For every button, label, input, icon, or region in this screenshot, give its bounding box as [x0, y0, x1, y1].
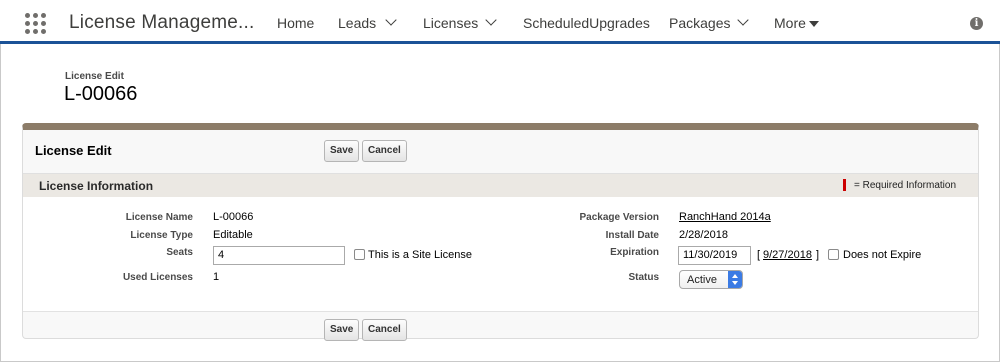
nav-item-home[interactable]: Home [277, 15, 314, 31]
nav-item-licenses[interactable]: Licenses [423, 15, 478, 31]
save-button-bottom[interactable]: Save [324, 319, 360, 341]
used-licenses-value: 1 [213, 271, 220, 283]
nav-item-scheduled-upgrades[interactable]: ScheduledUpgrades [523, 15, 650, 31]
required-info-text: = Required Information [854, 180, 957, 191]
used-licenses-label: Used Licenses [122, 272, 193, 283]
package-version-link[interactable]: RanchHand 2014a [679, 211, 771, 223]
status-select[interactable]: Active [679, 270, 743, 289]
save-button-top[interactable]: Save [324, 140, 360, 162]
page-title: L-00066 [64, 83, 138, 105]
top-nav: License Manageme... Home Leads Licenses … [0, 0, 1000, 44]
cancel-button-top[interactable]: Cancel [362, 140, 407, 162]
status-label: Status [628, 272, 659, 283]
leads-chevron-down-icon[interactable] [385, 14, 397, 26]
install-date-label: Install Date [605, 230, 659, 241]
package-version-label: Package Version [579, 212, 660, 223]
install-date-value: 2/28/2018 [679, 229, 728, 241]
license-name-value: L-00066 [213, 211, 254, 223]
edit-block-title: License Edit [35, 143, 112, 158]
license-type-value: Editable [213, 229, 253, 241]
nav-item-leads[interactable]: Leads [338, 15, 376, 31]
status-select-value: Active [687, 274, 717, 286]
expiration-date-input[interactable]: 11/30/2019 [678, 246, 751, 265]
expiration-today-link[interactable]: 9/27/2018 [763, 249, 812, 261]
expiration-label: Expiration [610, 247, 659, 258]
info-icon[interactable]: i [970, 17, 983, 30]
site-license-checkbox[interactable] [354, 249, 365, 260]
section-title: License Information [39, 179, 154, 193]
app-launcher-icon[interactable] [25, 13, 47, 35]
seats-label: Seats [166, 247, 193, 258]
section-header: License Information = Required Informati… [23, 173, 978, 197]
select-arrows-icon [728, 271, 742, 288]
does-not-expire-label: Does not Expire [843, 249, 922, 261]
license-name-label: License Name [125, 212, 193, 223]
nav-item-more[interactable]: More [774, 15, 806, 31]
license-type-label: License Type [130, 230, 193, 241]
more-caret-down-icon[interactable] [809, 21, 819, 27]
required-indicator-icon [843, 179, 846, 191]
license-edit-block: License Edit Save Cancel License Informa… [22, 123, 979, 341]
app-name: License Manageme... [69, 12, 255, 33]
today-bracket-close: ] [816, 249, 820, 261]
does-not-expire-checkbox[interactable] [828, 249, 839, 260]
packages-chevron-down-icon[interactable] [737, 14, 749, 26]
page-subtitle: License Edit [65, 71, 124, 82]
licenses-chevron-down-icon[interactable] [485, 14, 497, 26]
seats-input[interactable]: 4 [213, 246, 345, 265]
today-bracket-open: [ [757, 249, 761, 261]
nav-item-packages[interactable]: Packages [669, 15, 730, 31]
cancel-button-bottom[interactable]: Cancel [362, 319, 407, 341]
site-license-label: This is a Site License [368, 249, 472, 261]
section-body: License Name L-00066 License Type Editab… [23, 197, 978, 312]
